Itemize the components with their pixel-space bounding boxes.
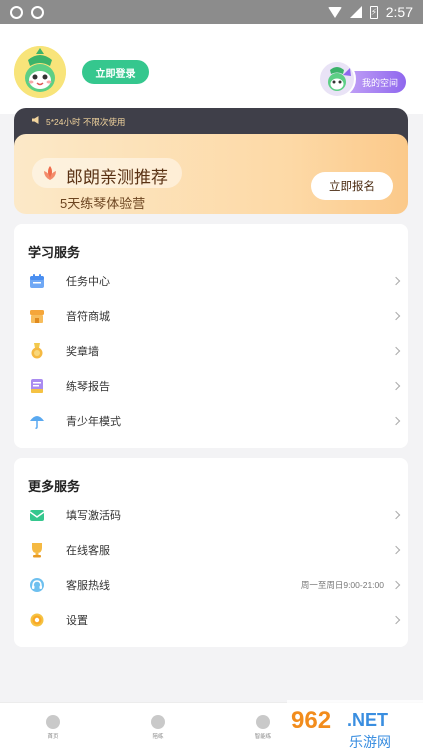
chevron-right-icon: [391, 276, 401, 285]
menu-item-label: 填写激活码: [66, 509, 121, 522]
nav-home[interactable]: 首页: [28, 715, 78, 747]
nav-label: 陪练: [152, 734, 164, 740]
music-note-icon: [256, 715, 270, 729]
gear-icon: [30, 613, 44, 626]
status-time: 2:57: [385, 4, 413, 20]
lotus-icon: [44, 166, 56, 180]
trophy-icon: [32, 542, 42, 557]
menu-item-label: 在线客服: [66, 544, 110, 557]
shop-icon: [30, 309, 44, 323]
calendar-icon: [30, 273, 44, 288]
menu-item-label: 任务中心: [66, 275, 110, 288]
mascot-avatar-icon: [14, 46, 66, 98]
more-services-card: 更多服务 填写激活码 在线客服 客服热线 周一至周日9:00-21:00 设置: [14, 458, 408, 647]
nav-smart-practice[interactable]: 智能练: [238, 715, 288, 747]
megaphone-icon: [32, 116, 39, 124]
envelope-icon: [29, 509, 45, 521]
study-services-card: 学习服务 任务中心 音符商城 奖章墙 练琴报告 青少年模式: [14, 224, 408, 448]
report-icon: [31, 378, 43, 393]
watermark-logo: 962 .NET 乐游网: [287, 700, 423, 752]
space-mascot-icon: [318, 60, 356, 98]
study-services-title: 学习服务: [28, 245, 81, 260]
menu-item-label: 音符商城: [66, 310, 110, 323]
chevron-right-icon: [391, 311, 401, 320]
menu-item-label: 设置: [66, 614, 88, 627]
menu-item-label: 奖章墙: [66, 345, 99, 358]
medal-icon: [31, 342, 43, 358]
chevron-right-icon: [391, 510, 401, 519]
piano-icon: [151, 715, 165, 729]
chevron-right-icon: [391, 381, 401, 390]
chevron-right-icon: [391, 545, 401, 554]
menu-item-label: 练琴报告: [66, 380, 110, 393]
menu-item-task-center[interactable]: 任务中心: [14, 263, 408, 298]
menu-item-label: 客服热线: [66, 579, 110, 592]
headset-icon: [30, 577, 44, 592]
battery-icon: ⚡: [369, 5, 378, 19]
watermark-suffix: .NET: [347, 710, 388, 730]
chevron-right-icon: [391, 615, 401, 624]
menu-item-note-shop[interactable]: 音符商城: [14, 298, 408, 333]
signup-button[interactable]: 立即报名: [311, 172, 393, 200]
sync-icon: [31, 5, 44, 19]
my-space-button[interactable]: 我的空间: [318, 46, 406, 98]
chevron-right-icon: [391, 580, 401, 589]
home-icon: [46, 715, 60, 729]
vip-notice-text: 5*24小时 不限次使用: [46, 117, 126, 127]
menu-item-medal-wall[interactable]: 奖章墙: [14, 333, 408, 368]
umbrella-icon: [30, 415, 44, 429]
profile-page: 立即登录 我的空间 5*24小时 不限次使用 郎朗亲测推荐 5天练琴体验营 立即…: [0, 24, 423, 702]
vip-subtitle: 5天练琴体验营: [60, 196, 146, 211]
nav-label: 智能练: [254, 734, 272, 740]
chevron-right-icon: [391, 346, 401, 355]
watermark-text: 乐游网: [349, 735, 391, 751]
menu-item-label: 青少年模式: [66, 415, 121, 428]
more-services-title: 更多服务: [28, 479, 81, 494]
status-bar: ⚡ 2:57: [0, 0, 423, 24]
watermark-number: 962: [291, 707, 331, 734]
hotline-hours: 周一至周日9:00-21:00: [300, 579, 384, 590]
signal-icon: [349, 6, 362, 18]
menu-item-practice-report[interactable]: 练琴报告: [14, 368, 408, 403]
login-button[interactable]: 立即登录: [82, 60, 149, 84]
vip-title: 郎朗亲测推荐: [66, 168, 168, 187]
nav-label: 首页: [47, 734, 59, 740]
menu-item-teen-mode[interactable]: 青少年模式: [14, 403, 408, 438]
menu-item-activation-code[interactable]: 填写激活码: [14, 497, 408, 532]
nav-accompany[interactable]: 陪练: [133, 715, 183, 747]
avatar[interactable]: [14, 46, 66, 98]
notification-icon: [10, 5, 23, 19]
wifi-icon: [327, 6, 342, 18]
menu-item-hotline[interactable]: 客服热线 周一至周日9:00-21:00: [14, 567, 408, 602]
menu-item-online-support[interactable]: 在线客服: [14, 532, 408, 567]
vip-promo-card[interactable]: 郎朗亲测推荐 5天练琴体验营 立即报名: [14, 134, 408, 214]
menu-item-settings[interactable]: 设置: [14, 602, 408, 637]
chevron-right-icon: [391, 416, 401, 425]
